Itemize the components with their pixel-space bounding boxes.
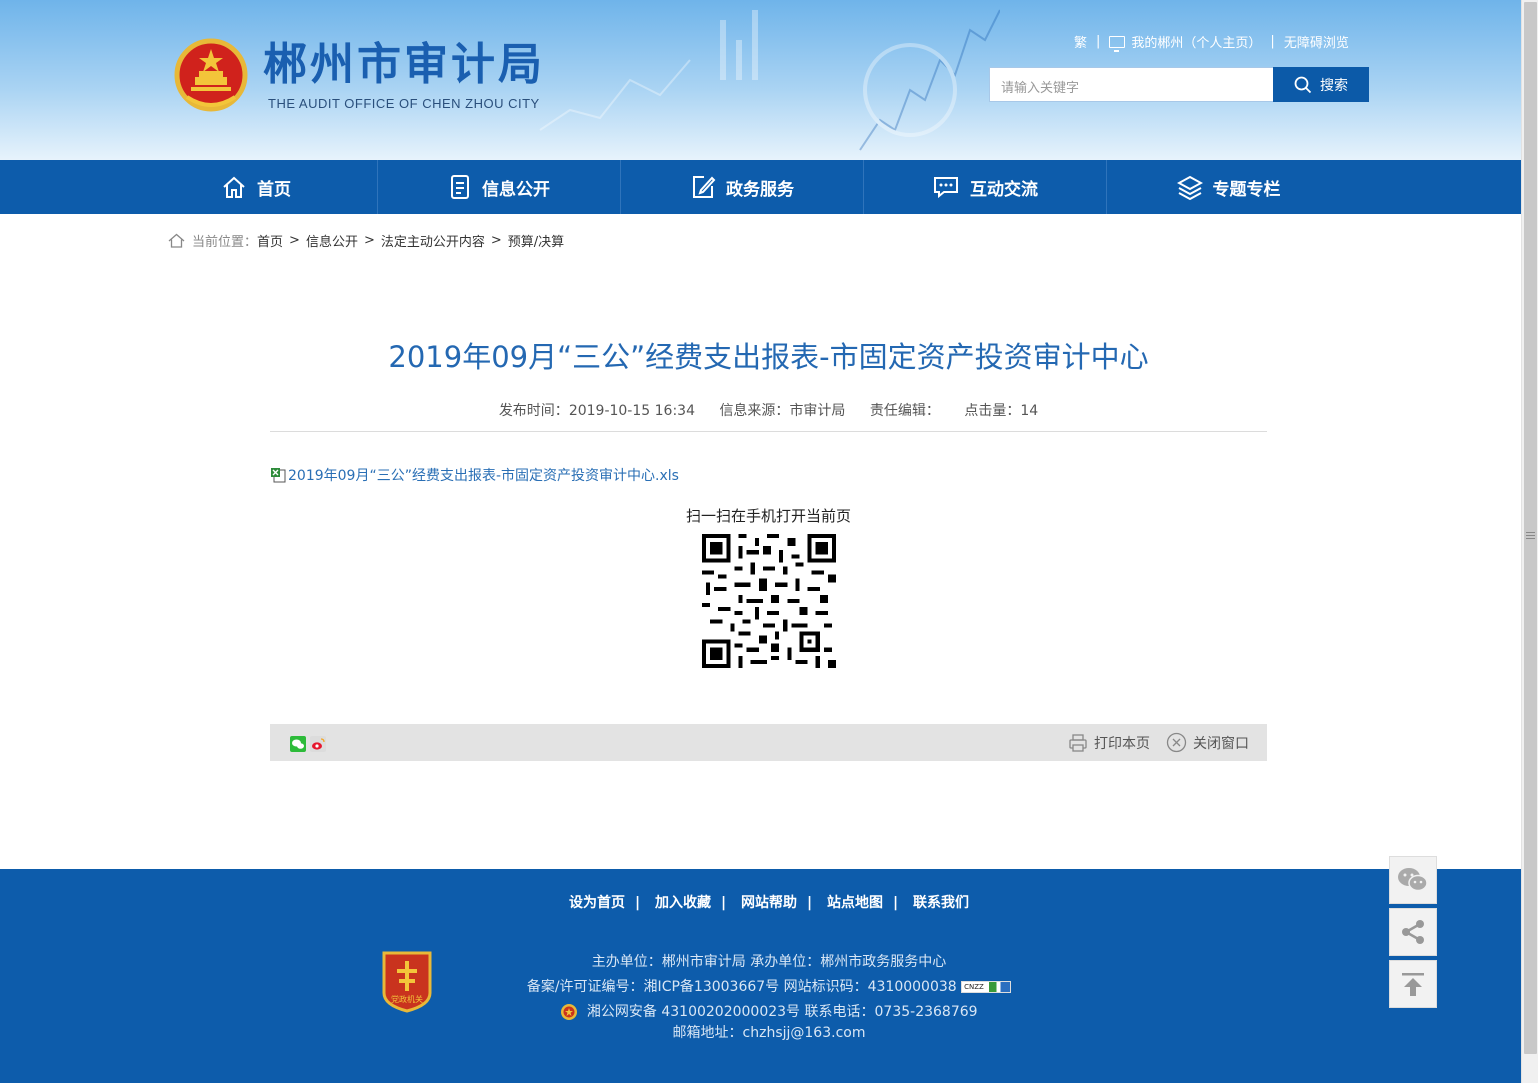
qr-code	[702, 534, 836, 668]
scrollbar-thumb[interactable]	[1524, 2, 1537, 1054]
edit-icon	[693, 176, 716, 198]
site-header: 郴州市审计局 THE AUDIT OFFICE OF CHEN ZHOU CIT…	[0, 0, 1521, 160]
breadcrumb: 当前位置： 首页 > 信息公开 > 法定主动公开内容 > 预算/决算	[168, 231, 564, 250]
breadcrumb-item[interactable]: 法定主动公开内容	[381, 231, 485, 250]
footer-email-line: 邮箱地址：chzhsjj@163.com	[672, 1025, 866, 1041]
footer-link-help[interactable]: 网站帮助	[741, 895, 797, 911]
breadcrumb-separator: >	[289, 233, 300, 248]
breadcrumb-item[interactable]: 首页	[257, 231, 283, 250]
layers-icon	[1176, 175, 1203, 200]
close-window-label: 关闭窗口	[1193, 735, 1249, 752]
nav-item-info[interactable]: 信息公开	[378, 160, 621, 214]
excel-file-icon	[271, 468, 286, 483]
separator: |	[721, 895, 727, 911]
share-actions: 打印本页 关闭窗口	[1052, 732, 1249, 753]
footer-link-bookmark[interactable]: 加入收藏	[655, 895, 711, 911]
nav-item-label: 互动交流	[970, 179, 1038, 200]
close-window-button[interactable]: 关闭窗口	[1166, 732, 1249, 753]
breadcrumb-item[interactable]: 信息公开	[306, 231, 358, 250]
breadcrumb-item[interactable]: 预算/决算	[508, 231, 564, 250]
footer-icp-line: 备案/许可证编号：湘ICP备13003667号 网站标识码：4310000038…	[0, 976, 1538, 996]
monitor-icon	[1109, 35, 1126, 52]
separator: |	[1096, 34, 1101, 49]
arrow-up-icon	[1402, 973, 1424, 996]
print-label: 打印本页	[1094, 735, 1150, 752]
nav-item-home[interactable]: 首页	[135, 160, 378, 214]
printer-icon	[1069, 733, 1087, 752]
breadcrumb-separator: >	[490, 233, 502, 248]
article-title: 2019年09月“三公”经费支出报表-市固定资产投资审计中心	[388, 340, 1149, 374]
attachment-link[interactable]: 2019年09月“三公”经费支出报表-市固定资产投资审计中心.xls	[270, 465, 679, 485]
article-meta: 发布时间：2019-10-15 16:34 信息来源：市审计局 责任编辑： 点击…	[270, 400, 1267, 420]
separator: |	[635, 895, 641, 911]
main-nav: 首页 信息公开 政务服务 互动交流 专题专栏	[0, 160, 1521, 214]
site-footer: 设为首页 | 加入收藏 | 网站帮助 | 站点地图 | 联系我们 党政机关 主办单位：郴…	[0, 869, 1521, 1083]
nav-item-interaction[interactable]: 互动交流	[864, 160, 1107, 214]
separator: |	[807, 895, 813, 911]
separator: |	[1270, 34, 1275, 49]
search-input[interactable]: 请输入关键字	[989, 67, 1274, 102]
nav-item-label: 专题专栏	[1212, 179, 1281, 200]
wechat-float-button[interactable]	[1389, 856, 1437, 904]
editor: 责任编辑：	[869, 403, 940, 419]
breadcrumb-separator: >	[363, 233, 375, 248]
search-button[interactable]: 搜索	[1273, 67, 1369, 102]
accessibility-link[interactable]: 无障碍浏览	[1284, 32, 1349, 51]
traditional-chinese-link[interactable]: 繁	[1074, 32, 1087, 51]
scrollbar-grip	[1526, 532, 1535, 539]
breadcrumb-prefix: 当前位置：	[192, 235, 258, 250]
police-record-text[interactable]: 湘公网安备 43100202000023号 联系电话：0735-2368769	[587, 1004, 978, 1020]
weibo-share-icon[interactable]	[310, 736, 326, 752]
publish-time: 发布时间：2019-10-15 16:34	[498, 403, 695, 419]
attachment-filename[interactable]: 2019年09月“三公”经费支出报表-市固定资产投资审计中心.xls	[288, 465, 679, 485]
wechat-icon	[1398, 868, 1428, 892]
site-subtitle: THE AUDIT OFFICE OF CHEN ZHOU CITY	[268, 96, 540, 111]
share-toolbar: 打印本页 关闭窗口	[270, 724, 1267, 761]
nav-item-label: 信息公开	[482, 179, 550, 200]
icp-text[interactable]: 备案/许可证编号：湘ICP备13003667号 网站标识码：4310000038	[527, 979, 957, 995]
footer-links: 设为首页 | 加入收藏 | 网站帮助 | 站点地图 | 联系我们	[0, 892, 1538, 912]
footer-link-contact[interactable]: 联系我们	[913, 895, 969, 911]
close-icon	[1166, 732, 1187, 753]
footer-link-sitemap[interactable]: 站点地图	[827, 895, 883, 911]
nav-item-topics[interactable]: 专题专栏	[1107, 160, 1350, 214]
divider	[270, 431, 1267, 432]
back-to-top-button[interactable]	[1389, 960, 1437, 1008]
footer-link-set-homepage[interactable]: 设为首页	[569, 895, 625, 911]
document-icon	[451, 175, 469, 199]
wechat-share-icon[interactable]	[290, 736, 306, 752]
nav-item-label: 政务服务	[726, 179, 794, 200]
print-button[interactable]: 打印本页	[1068, 733, 1150, 753]
national-emblem-icon	[174, 38, 248, 112]
share-float-button[interactable]	[1389, 908, 1437, 956]
home-icon	[168, 233, 185, 248]
cnzz-stats-icon[interactable]: CNZZ	[961, 981, 1012, 993]
finance-chart-decoration	[539, 9, 1000, 151]
chat-icon	[934, 177, 958, 199]
police-badge-icon	[561, 1004, 578, 1020]
search-icon	[1294, 76, 1312, 93]
info-source: 信息来源：市审计局	[719, 403, 846, 419]
nav-item-label: 首页	[257, 179, 291, 200]
qr-caption: 扫一扫在手机打开当前页	[685, 507, 851, 525]
footer-sponsor-line: 主办单位：郴州市审计局 承办单位：郴州市政务服务中心	[591, 954, 947, 970]
separator: |	[893, 895, 899, 911]
my-chenzhou-link[interactable]: 我的郴州（个人主页）	[1131, 32, 1261, 51]
hit-count: 点击量：14	[964, 403, 1039, 419]
share-icons	[290, 736, 326, 752]
nav-item-services[interactable]: 政务服务	[621, 160, 864, 214]
home-icon	[223, 176, 245, 198]
site-title[interactable]: 郴州市审计局	[263, 38, 545, 92]
footer-police-line: 湘公网安备 43100202000023号 联系电话：0735-2368769	[0, 1001, 1538, 1021]
vertical-scrollbar[interactable]	[1521, 0, 1538, 1083]
search-button-label: 搜索	[1320, 77, 1348, 94]
share-icon	[1402, 920, 1424, 944]
top-links: 繁 | 我的郴州（个人主页） | 无障碍浏览	[1074, 32, 1349, 52]
